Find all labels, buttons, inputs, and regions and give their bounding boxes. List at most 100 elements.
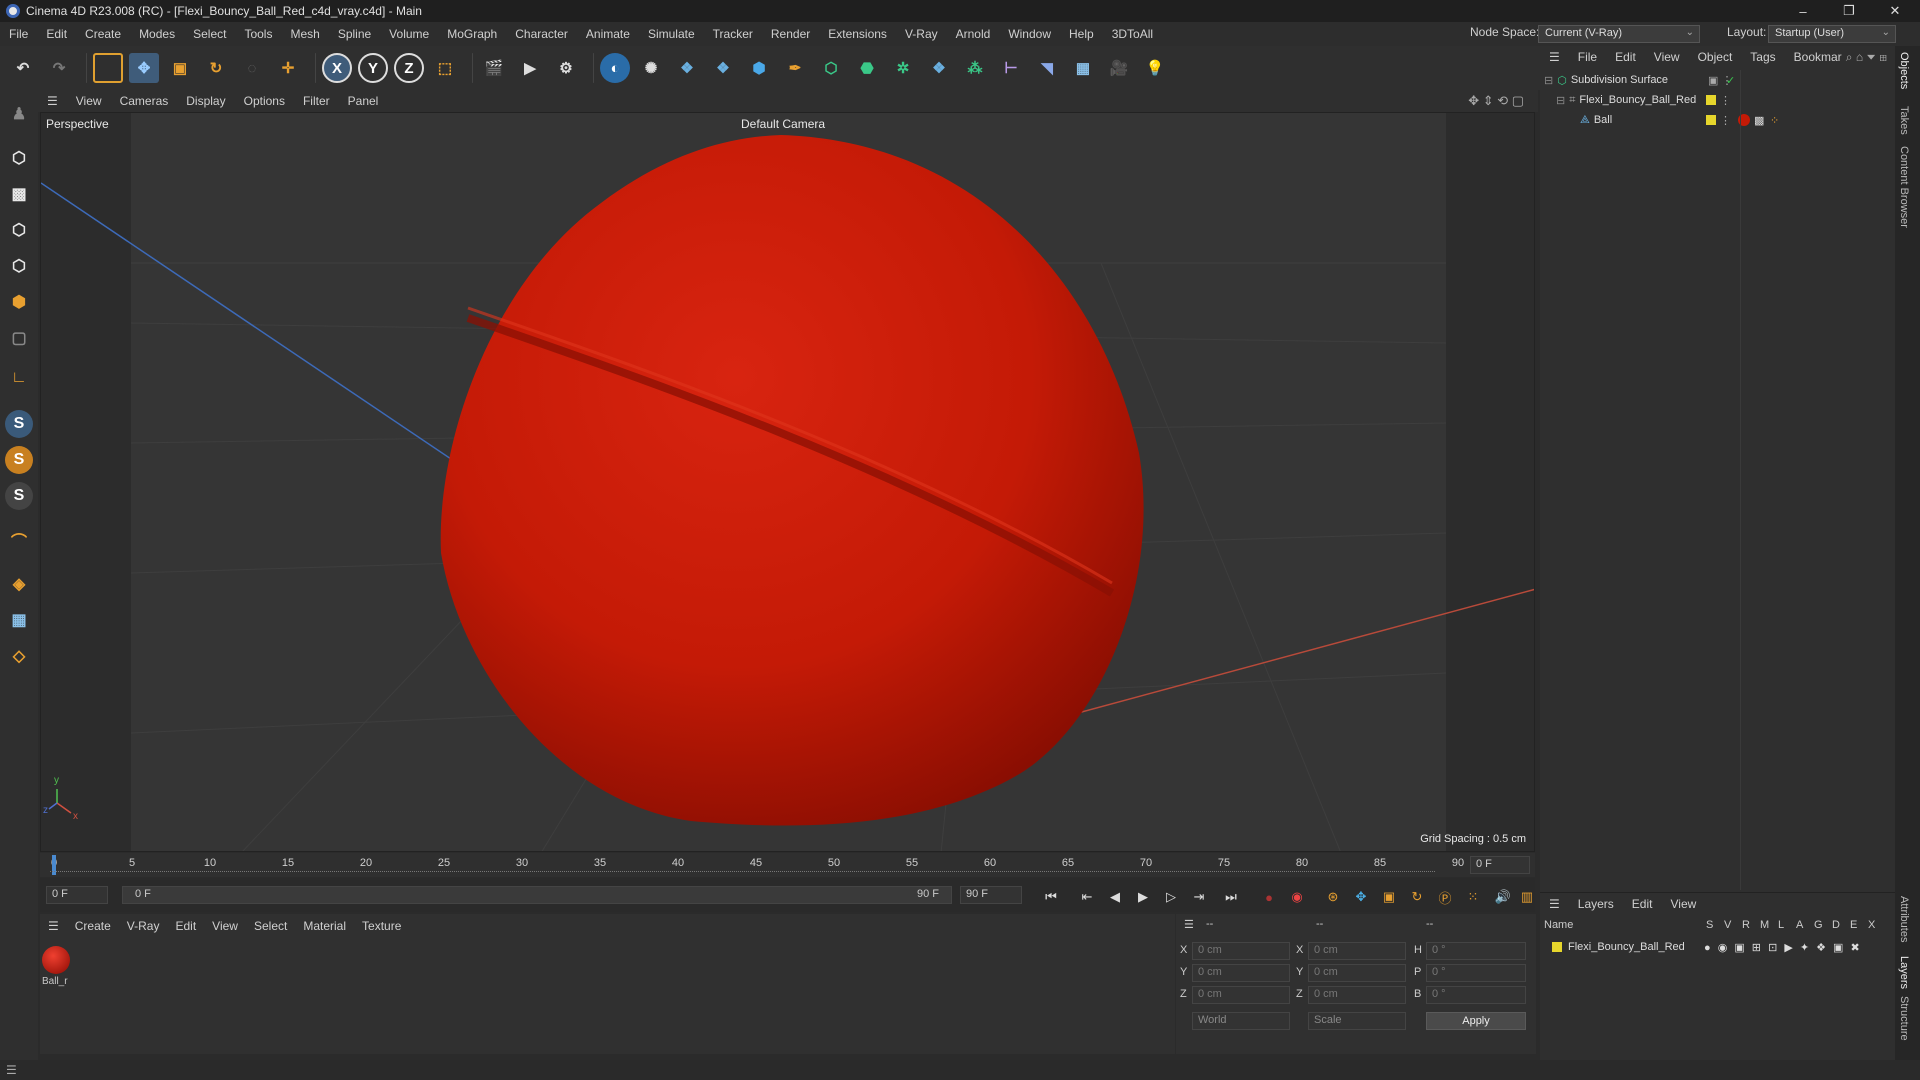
material-menu-view[interactable]: View [204,919,246,933]
points-mode-icon[interactable]: ⬡ [5,216,33,244]
viewport-menu-filter[interactable]: Filter [294,94,339,108]
mograph-icon[interactable]: ⁂ [960,53,990,83]
floor-icon[interactable]: ▦ [1068,53,1098,83]
timeline-ruler[interactable]: 0 5 10 15 20 25 30 35 40 45 50 55 60 65 … [40,853,1535,877]
viewport-menu-cameras[interactable]: Cameras [111,94,178,108]
menu-spline[interactable]: Spline [329,27,380,41]
tab-objects[interactable]: Objects [1898,52,1910,89]
next-frame-icon[interactable]: ▷ [1160,886,1182,908]
tab-content-browser[interactable]: Content Browser [1898,146,1910,228]
menu-simulate[interactable]: Simulate [639,27,704,41]
sound-icon[interactable]: 🔊 [1492,886,1514,908]
scale-tool-icon[interactable]: ▣ [165,53,195,83]
axis-y-button[interactable]: Y [358,53,388,83]
size-mode-dropdown[interactable]: Scale [1308,1012,1406,1030]
viewport-menu-panel[interactable]: Panel [339,94,388,108]
material-swatch[interactable] [42,946,70,974]
maximize-button[interactable]: ❐ [1826,0,1872,22]
menu-window[interactable]: Window [999,27,1060,41]
menu-edit[interactable]: Edit [37,27,76,41]
hamburger-icon[interactable]: ☰ [1184,918,1194,931]
menu-mesh[interactable]: Mesh [281,27,328,41]
hamburger-icon[interactable]: ☰ [38,94,67,108]
menu-extensions[interactable]: Extensions [819,27,896,41]
grid-icon[interactable]: ▦ [5,606,33,634]
tree-item-subdivision[interactable]: ⊟ ⬡ Subdivision Surface ▣ ⋮ ✓ [1540,70,1895,90]
rotation-h-field[interactable]: 0 ° [1426,942,1526,960]
render-picture-viewer-icon[interactable]: ▶ [515,53,545,83]
start-frame-field[interactable]: 0 F [46,886,108,904]
menu-tracker[interactable]: Tracker [704,27,762,41]
uv-mode-icon[interactable]: ▢ [5,324,33,352]
viewport-menu-view[interactable]: View [67,94,111,108]
menu-select[interactable]: Select [184,27,235,41]
current-frame-field[interactable]: 0 F [1470,856,1530,874]
axis-z-button[interactable]: Z [394,53,424,83]
menu-animate[interactable]: Animate [577,27,639,41]
subdivision-icon[interactable]: ⬡ [816,53,846,83]
vray-settings-icon[interactable]: ✺ [636,53,666,83]
autokey-icon[interactable]: ◉ [1286,886,1308,908]
layers-menu-edit[interactable]: Edit [1623,897,1662,911]
go-to-end-icon[interactable]: ⏭ [1220,886,1242,908]
tab-attributes[interactable]: Attributes [1898,896,1910,942]
magnet-icon[interactable]: ⌒ [5,526,33,554]
menu-mograph[interactable]: MoGraph [438,27,506,41]
red-ball[interactable] [440,135,1144,826]
planar-workplane-icon[interactable]: ◇ [5,642,33,670]
visibility-dots-icon[interactable]: ⋮ [1720,94,1731,107]
key-scale-icon[interactable]: ▣ [1378,886,1400,908]
field-icon[interactable]: ◥ [1032,53,1062,83]
key-rotation-icon[interactable]: ↻ [1406,886,1428,908]
layer-color-swatch[interactable] [1706,95,1716,105]
record-icon[interactable]: ● [1258,886,1280,908]
layers-menu-view[interactable]: View [1661,897,1705,911]
visibility-dots-icon[interactable]: ⋮ [1720,114,1731,127]
viewport-menu-display[interactable]: Display [177,94,234,108]
render-settings-icon[interactable]: ⚙ [551,53,581,83]
tab-takes[interactable]: Takes [1898,106,1910,135]
layer-toggle-icons[interactable]: ● ◉ ▣ ⊞ ⊡ ▶ ✦ ❖ ▣ ✖ [1704,941,1862,954]
model-mode-icon[interactable]: ⬡ [5,144,33,172]
menu-render[interactable]: Render [762,27,819,41]
keyframe-selection-icon[interactable]: ⊛ [1322,886,1344,908]
apply-button[interactable]: Apply [1426,1012,1526,1030]
cube-icon[interactable]: ⬢ [744,53,774,83]
vray-icon[interactable]: ◐ [600,53,630,83]
light-icon[interactable]: 💡 [1140,53,1170,83]
minimize-button[interactable]: – [1780,0,1826,22]
close-button[interactable]: ✕ [1872,0,1918,22]
menu-modes[interactable]: Modes [130,27,184,41]
axis-mode-icon[interactable]: ∟ [5,364,33,392]
hamburger-icon[interactable]: ☰ [40,919,67,933]
menu-character[interactable]: Character [506,27,577,41]
extrude-icon[interactable]: ⬣ [852,53,882,83]
workplane-icon[interactable]: ◈ [5,570,33,598]
layer-color-swatch[interactable] [1706,115,1716,125]
texture-mode-icon[interactable]: ▩ [5,180,33,208]
material-name[interactable]: Ball_r [42,976,68,987]
end-frame-field[interactable]: 90 F [960,886,1022,904]
position-y-field[interactable]: 0 cm [1192,964,1290,982]
move-tool-icon[interactable]: ✥ [129,53,159,83]
rotate-tool-icon[interactable]: ↻ [201,53,231,83]
material-menu-create[interactable]: Create [67,919,119,933]
menu-volume[interactable]: Volume [380,27,438,41]
objects-menu-bookmarks[interactable]: Bookmar [1785,50,1851,64]
python-icon-2[interactable]: ❖ [708,53,738,83]
status-menu-icon[interactable]: ☰ [6,1063,17,1077]
tree-item-ball[interactable]: ⟁ Ball ⋮ ▩ ⁘ [1540,110,1895,130]
transform-tool-icon[interactable]: ✛ [273,53,303,83]
perspective-viewport[interactable]: Perspective Default Camera Grid Spacing … [40,112,1535,852]
camera-icon[interactable]: 🎥 [1104,53,1134,83]
tab-structure[interactable]: Structure [1898,996,1910,1041]
enabled-check-icon[interactable]: ✓ [1726,74,1735,87]
menu-arnold[interactable]: Arnold [947,27,1000,41]
timeline-view-icon[interactable]: ▥ [1516,886,1538,908]
node-space-dropdown[interactable]: Current (V-Ray) ⌄ [1538,25,1700,43]
menu-vray[interactable]: V-Ray [896,27,947,41]
select-tool-icon[interactable] [93,53,123,83]
objects-menu-view[interactable]: View [1645,50,1689,64]
key-pla-icon[interactable]: ⁙ [1462,886,1484,908]
previous-key-icon[interactable]: ⇤ [1076,886,1098,908]
